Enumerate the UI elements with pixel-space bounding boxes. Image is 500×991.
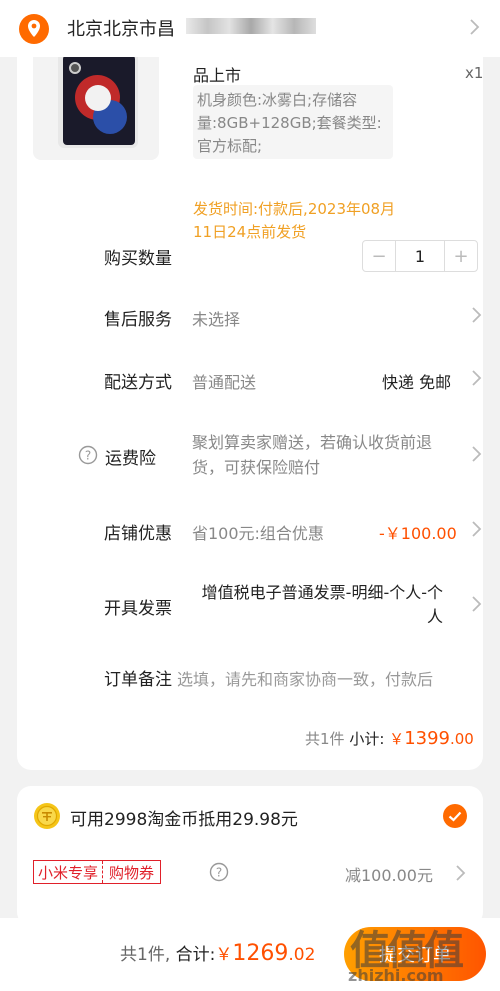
svg-text:?: ? [85,449,91,463]
product-quantity: x1 [465,64,484,82]
shop-discount-amount[interactable]: -￥100.00 [379,520,457,544]
coin-text: 可用2998淘金币抵用29.98元 [70,810,298,830]
total-integer: 1269 [232,941,289,966]
after-sales-value[interactable]: 未选择 [192,306,240,330]
watermark: 值值值 zhizhi.com [346,918,496,991]
coin-checkbox[interactable] [443,804,467,828]
quantity-label: 购买数量 [104,249,172,269]
product-name[interactable]: 品上市 [193,62,241,86]
insurance-value: 聚划算卖家赠送，若确认收货前退货，可获保险赔付 [192,433,433,477]
invoice-value[interactable]: 增值税电子普通发票-明细-个人-个人 [197,581,443,629]
check-icon [448,811,462,822]
quantity-stepper: − 1 + [362,240,478,272]
decrease-button[interactable]: − [363,241,395,271]
total: 共1件, 合计:￥1269.02 [120,940,315,966]
delivery-option[interactable]: 快递 免邮 [382,369,451,393]
coupon-tag-voucher: 购物券 [109,864,155,882]
subtotal-decimal: .00 [450,730,474,748]
coupon-tag-mi: 小米专享 [34,861,104,883]
total-count: 共1件, [120,945,171,965]
total-currency: ￥ [215,945,233,965]
coupon-tag: 小米专享 购物券 [33,860,162,884]
insurance-label: 运费险 [105,449,156,469]
ship-time: 发货时间:付款后,2023年08月11日24点前发货 [193,200,396,241]
shop-discount-label: 店铺优惠 [104,524,172,544]
subtotal-count: 共1件 [305,730,345,748]
note-input[interactable]: 选填，请先和商家协商一致，付款后 [177,666,467,690]
total-label: 合计: [175,945,216,965]
location-pin-icon [19,14,49,44]
product-specs: 机身颜色:冰雾白;存储容量:8GB+128GB;套餐类型:官方标配; [193,85,393,159]
quantity-value[interactable]: 1 [395,241,445,271]
chevron-right-icon[interactable] [469,369,485,387]
coin-icon [34,803,60,829]
chevron-right-icon[interactable] [469,306,485,324]
coupon-value[interactable]: 减100.00元 [345,862,433,886]
subtotal-integer: 1399 [404,728,450,749]
chevron-right-icon[interactable] [469,520,485,538]
watermark-domain: zhizhi.com [348,966,444,985]
chevron-right-icon[interactable] [469,595,485,613]
chevron-right-icon [470,19,480,35]
chevron-right-icon[interactable] [469,445,485,463]
subtotal-label: 小计: [349,730,385,748]
product-image[interactable] [33,50,159,160]
camera-icon [69,62,81,74]
address-blurred [186,18,316,34]
help-icon[interactable]: ? [209,862,229,882]
delivery-label: 配送方式 [104,373,172,393]
help-icon[interactable]: ? [78,445,98,465]
benefits-card: 可用2998淘金币抵用29.98元 小米专享 购物券 ? 减100.00元 [17,786,483,926]
chevron-right-icon[interactable] [453,864,469,882]
invoice-label: 开具发票 [104,599,172,619]
delivery-value: 普通配送 [192,373,257,392]
address-text: 北京北京市昌 [67,19,175,40]
shop-discount-value: 省100元:组合优惠 [192,524,324,543]
note-label: 订单备注 [104,670,172,690]
after-sales-label: 售后服务 [104,310,172,330]
subtotal: 共1件 小计: ￥1399.00 [305,728,474,749]
order-card: 品上市 x1 机身颜色:冰雾白;存储容量:8GB+128GB;套餐类型:官方标配… [17,30,483,770]
increase-button[interactable]: + [445,241,477,271]
svg-text:?: ? [216,866,222,880]
total-decimal: .02 [288,945,316,965]
checkout-bar: 共1件, 合计:￥1269.02 提交订单 值值值 zhizhi.com [0,918,500,991]
subtotal-currency: ￥ [389,730,405,748]
address-bar[interactable]: 北京北京市昌 [0,0,500,57]
